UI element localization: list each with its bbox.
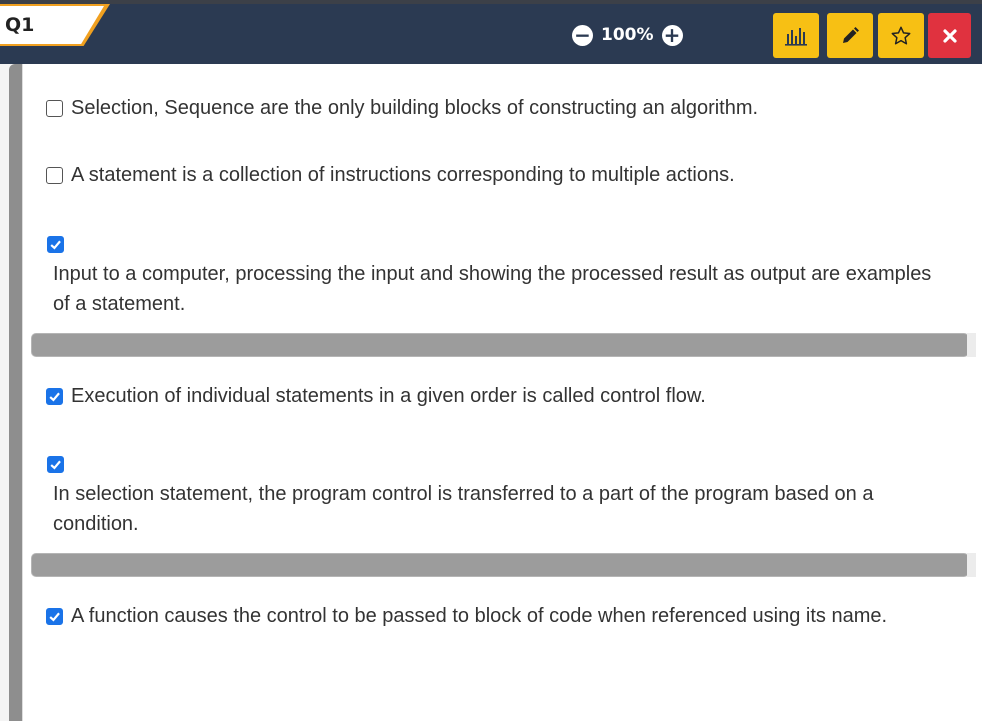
star-icon [891,26,911,45]
scrollbar-end [967,333,976,357]
option-3-text: Input to a computer, processing the inpu… [53,263,932,315]
checkmark-icon [49,392,60,402]
checkmark-icon [50,240,61,250]
option-3[interactable]: Input to a computer, processing the inpu… [46,236,933,319]
edit-button[interactable] [827,13,873,58]
zoom-out-icon[interactable]: − [572,24,593,46]
bar-chart-icon [785,27,807,46]
option-5[interactable]: In selection statement, the program cont… [46,456,933,539]
top-border [0,0,982,4]
zoom-in-icon[interactable]: + [661,24,683,46]
statistics-button[interactable] [773,13,819,58]
horizontal-scrollbar[interactable] [31,333,969,357]
option-1-checkbox[interactable] [46,99,63,117]
close-icon [942,28,957,43]
option-4[interactable]: Execution of individual statements in a … [46,381,706,411]
option-6-text: A function causes the control to be pass… [71,605,888,627]
option-5-checkbox[interactable] [47,456,64,473]
option-1-text: Selection, Sequence are the only buildin… [71,97,759,119]
option-3-checkbox[interactable] [47,236,64,253]
option-6[interactable]: A function causes the control to be pass… [46,601,887,631]
horizontal-scrollbar[interactable] [31,553,969,577]
option-5-text: In selection statement, the program cont… [53,483,874,535]
top-toolbar: Q1 − 100% + [0,0,982,64]
option-2[interactable]: A statement is a collection of instructi… [46,160,735,190]
zoom-level: 100% [601,25,654,45]
option-1[interactable]: Selection, Sequence are the only buildin… [46,93,758,123]
option-6-checkbox[interactable] [46,607,63,625]
pencil-icon [843,26,859,43]
option-4-text: Execution of individual statements in a … [71,385,706,407]
option-2-text: A statement is a collection of instructi… [71,164,735,186]
favorite-button[interactable] [878,13,924,58]
zoom-control: − 100% + [572,22,683,48]
close-button[interactable] [928,13,971,58]
option-2-checkbox[interactable] [46,166,63,184]
question-label: Q1 [5,14,35,36]
checkmark-icon [49,612,60,622]
vertical-scrollbar[interactable] [9,64,22,721]
scrollbar-end [967,553,976,577]
option-4-checkbox[interactable] [46,387,63,405]
checkmark-icon [50,460,61,470]
